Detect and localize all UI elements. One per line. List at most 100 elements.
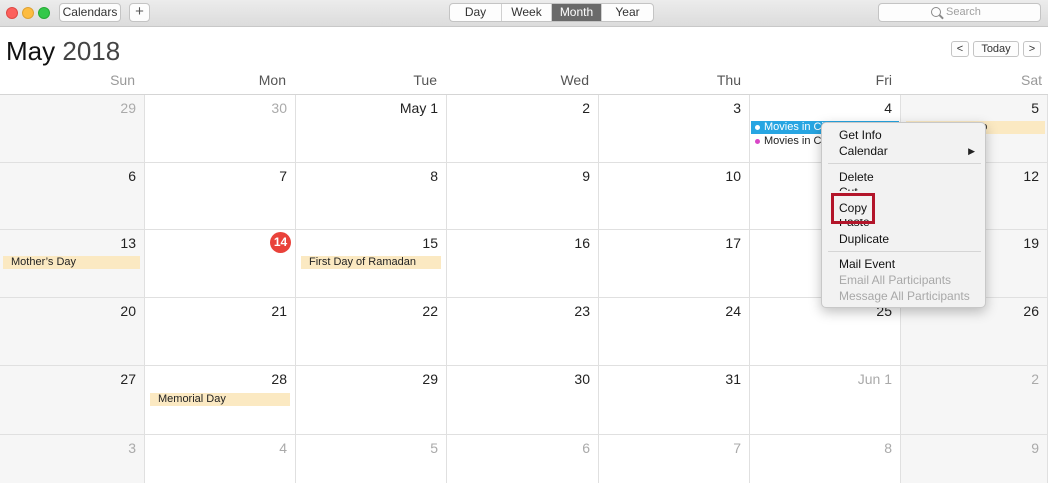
menu-separator (828, 251, 981, 252)
day-cell[interactable]: 21 (145, 298, 296, 366)
day-number: 30 (574, 371, 590, 387)
day-number: 3 (733, 100, 741, 116)
day-cell[interactable]: 26 (901, 298, 1048, 366)
menu-item-mail-event[interactable]: Mail Event (839, 257, 895, 271)
day-cell[interactable]: 2 (447, 95, 599, 163)
close-window-button[interactable] (6, 7, 18, 19)
weekday-tue: Tue (413, 72, 437, 88)
previous-month-button[interactable]: < (951, 41, 969, 57)
minimize-window-button[interactable] (22, 7, 34, 19)
day-number: 29 (422, 371, 438, 387)
day-number: 4 (884, 100, 892, 116)
day-cell[interactable]: 22 (296, 298, 447, 366)
add-event-button[interactable]: + (129, 3, 150, 22)
weekday-sun: Sun (110, 72, 135, 88)
calendars-button[interactable]: Calendars (59, 3, 121, 22)
day-cell[interactable]: 14 (145, 230, 296, 298)
day-number: 15 (422, 235, 438, 251)
menu-item-duplicate[interactable]: Duplicate (839, 232, 889, 246)
day-cell[interactable]: 27 (0, 366, 145, 435)
day-number: 31 (725, 371, 741, 387)
day-number: 20 (120, 303, 136, 319)
day-cell[interactable]: 7 (599, 435, 750, 483)
day-cell[interactable]: 31 (599, 366, 750, 435)
day-number: 9 (1031, 440, 1039, 456)
day-number: Jun 1 (857, 371, 892, 387)
day-cell[interactable]: 10 (599, 163, 750, 230)
copy-highlight-box (831, 193, 875, 224)
day-cell[interactable]: 29 (296, 366, 447, 435)
day-cell[interactable]: 6 (0, 163, 145, 230)
day-number: 8 (884, 440, 892, 456)
day-cell[interactable]: 8 (296, 163, 447, 230)
day-cell[interactable]: 5 (296, 435, 447, 483)
day-cell[interactable]: 25 (750, 298, 901, 366)
day-cell[interactable]: 3 (0, 435, 145, 483)
event-memorial-day[interactable]: Memorial Day (150, 393, 290, 406)
day-cell[interactable]: 9 (901, 435, 1048, 483)
day-number: 5 (430, 440, 438, 456)
tab-year[interactable]: Year (602, 4, 653, 21)
day-cell[interactable]: 8 (750, 435, 901, 483)
month-name: May (6, 36, 56, 66)
year-label: 2018 (62, 36, 121, 66)
day-cell[interactable]: 30 (145, 95, 296, 163)
day-cell[interactable]: 2 (901, 366, 1048, 435)
menu-item-delete[interactable]: Delete (839, 170, 874, 184)
day-number: 19 (1023, 235, 1039, 251)
menu-item-get-info[interactable]: Get Info (839, 128, 882, 142)
day-cell[interactable]: 16 (447, 230, 599, 298)
weekday-fri: Fri (875, 72, 892, 88)
day-number: 13 (120, 235, 136, 251)
menu-item-message-all-participants: Message All Participants (839, 289, 970, 303)
day-number: 27 (120, 371, 136, 387)
today-button[interactable]: Today (973, 41, 1019, 57)
zoom-window-button[interactable] (38, 7, 50, 19)
day-cell[interactable]: 20 (0, 298, 145, 366)
weekday-wed: Wed (560, 72, 589, 88)
day-cell[interactable]: 9 (447, 163, 599, 230)
day-cell[interactable]: 17 (599, 230, 750, 298)
day-cell[interactable]: 29 (0, 95, 145, 163)
search-icon (931, 7, 941, 17)
day-number: 12 (1023, 168, 1039, 184)
menu-item-calendar[interactable]: Calendar (839, 144, 979, 158)
day-cell[interactable]: 6 (447, 435, 599, 483)
view-segmented-control: Day Week Month Year (449, 3, 654, 22)
day-cell[interactable]: 3 (599, 95, 750, 163)
weekday-mon: Mon (258, 72, 286, 88)
day-cell[interactable]: Jun 1 (750, 366, 901, 435)
day-number: 6 (128, 168, 136, 184)
search-field[interactable]: Search (878, 3, 1041, 22)
event-mothers-day[interactable]: Mother’s Day (3, 256, 140, 269)
tab-month[interactable]: Month (552, 4, 602, 21)
toolbar: Calendars + Day Week Month Year Search (0, 0, 1048, 27)
day-number: May 1 (399, 100, 438, 116)
day-cell[interactable]: 4 (145, 435, 296, 483)
day-number: 6 (582, 440, 590, 456)
day-number: 29 (120, 100, 136, 116)
day-cell[interactable]: 24 (599, 298, 750, 366)
day-cell[interactable]: 7 (145, 163, 296, 230)
tab-week[interactable]: Week (502, 4, 552, 21)
day-number: 7 (279, 168, 287, 184)
today-date-badge: 14 (270, 232, 291, 253)
day-number: 9 (582, 168, 590, 184)
weekday-sat: Sat (1020, 72, 1042, 88)
next-month-button[interactable]: > (1023, 41, 1041, 57)
day-number: 2 (1031, 371, 1039, 387)
event-first-day-of-ramadan[interactable]: First Day of Ramadan (301, 256, 441, 269)
day-number: 22 (422, 303, 438, 319)
day-number: 5 (1031, 100, 1039, 116)
day-cell[interactable]: 30 (447, 366, 599, 435)
day-number: 3 (128, 440, 136, 456)
day-number: 30 (271, 100, 287, 116)
day-number: 10 (725, 168, 741, 184)
day-cell[interactable]: 23 (447, 298, 599, 366)
menu-item-cut[interactable]: Cut (839, 185, 858, 191)
day-cell[interactable]: May 1 (296, 95, 447, 163)
day-number: 24 (725, 303, 741, 319)
day-number: 2 (582, 100, 590, 116)
menu-item-calendar-label: Calendar (839, 144, 888, 158)
tab-day[interactable]: Day (450, 4, 502, 21)
